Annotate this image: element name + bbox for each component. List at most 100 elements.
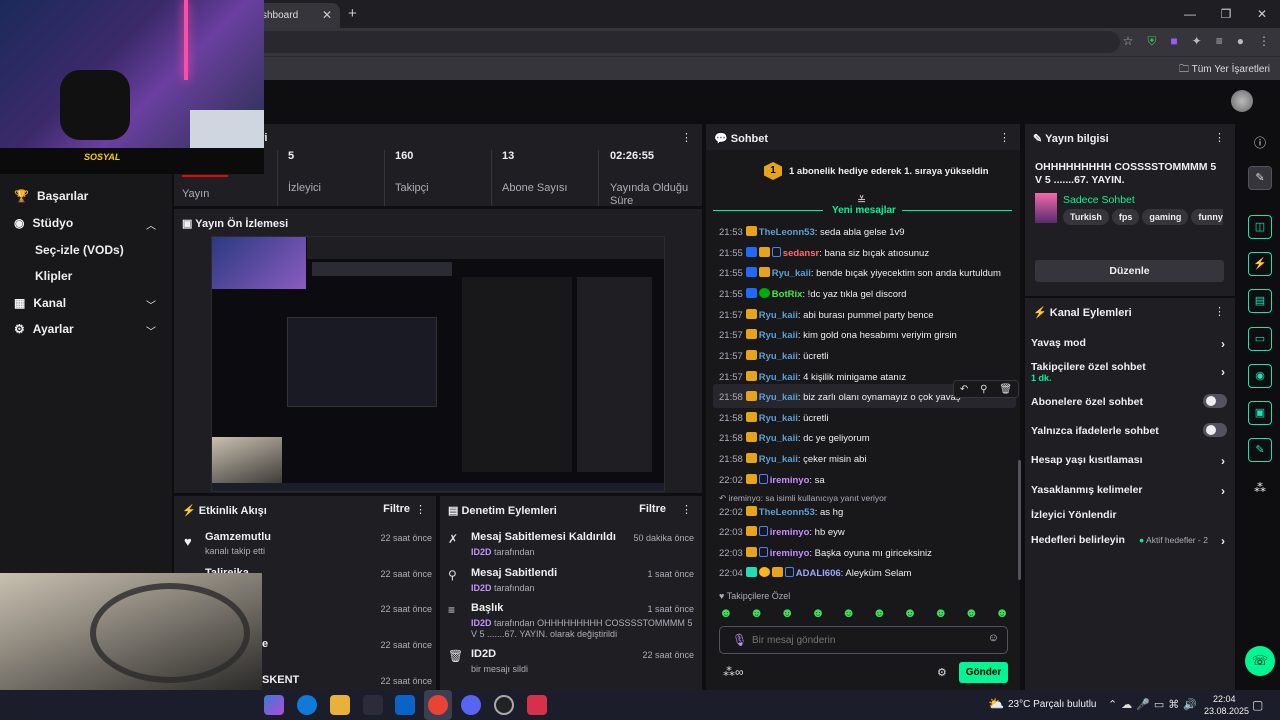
clip-icon[interactable]: ◫ [1248, 215, 1272, 239]
chat-scrollbar[interactable] [1018, 460, 1021, 580]
app-icon[interactable] [527, 695, 547, 715]
emote-icon[interactable]: ☻ [750, 605, 764, 621]
emote-icon[interactable]: ☻ [842, 605, 856, 621]
url-field[interactable] [200, 31, 1120, 53]
chevron-down-icon[interactable]: ﹀ [146, 323, 156, 338]
more-options-icon[interactable]: ⋮ [1214, 131, 1225, 144]
sidebar-item-achievements[interactable]: 🏆 Başarılar [14, 189, 88, 203]
trash-icon[interactable]: 🗑 [999, 384, 1012, 395]
sidebar-item-channel[interactable]: ▦ Kanal [14, 296, 66, 310]
raid-action[interactable]: İzleyici Yönlendir [1031, 509, 1227, 521]
restore-icon[interactable]: ❐ [1208, 0, 1244, 28]
chat-message[interactable]: 21:57 Ryu_kaii: kim gold ona hesabımı ver… [719, 329, 957, 341]
chat-message[interactable]: 21:58 Ryu_kaii: biz zarlı olanı oynamayız… [719, 391, 961, 403]
clock-date[interactable]: 23.08.2025 [1204, 706, 1249, 716]
close-tab-icon[interactable]: ✕ [322, 8, 332, 22]
slow-mode-action[interactable]: Yavaş mod › [1031, 337, 1227, 351]
chat-message[interactable]: 22:03 ireminyo: hb eyw [719, 526, 845, 538]
obs-icon[interactable] [494, 695, 514, 715]
tag[interactable]: fps [1111, 209, 1140, 225]
activity-filter-button[interactable]: Filtre [383, 503, 410, 515]
list-icon[interactable]: ▤ [1248, 289, 1272, 313]
chat-message[interactable]: 21:55 sedansr: bana siz bıçak atıosunuz [719, 247, 929, 259]
emote-icon[interactable]: ☻ [811, 605, 825, 621]
category-thumbnail[interactable] [1035, 193, 1057, 223]
category-link[interactable]: Sadece Sohbet [1063, 194, 1135, 206]
subscribers-only-action[interactable]: Abonelere özel sohbet [1031, 394, 1227, 408]
profile-icon[interactable]: ● [1237, 34, 1244, 49]
sidebar-item-clips[interactable]: Klipler [35, 269, 72, 283]
chat-input-box[interactable]: 🎙 ☺ [719, 626, 1008, 654]
shield-icon[interactable]: ⛨ [1147, 34, 1156, 49]
more-options-icon[interactable]: ⋮ [999, 131, 1010, 144]
chevron-down-icon[interactable]: ﹀ [146, 297, 156, 312]
monitor-icon[interactable]: ▣ [1248, 401, 1272, 425]
chat-input[interactable] [752, 631, 972, 649]
emote-only-toggle[interactable] [1203, 423, 1227, 437]
edit-button[interactable]: Düzenle [1035, 260, 1224, 282]
tag[interactable]: Turkish [1063, 209, 1109, 225]
wrench-icon[interactable]: ✎ [1248, 438, 1272, 462]
emote-icon[interactable]: ☻ [719, 605, 733, 621]
microphone-icon[interactable]: 🎙 [732, 633, 747, 647]
copilot-icon[interactable] [264, 695, 284, 715]
chevron-up-icon[interactable]: ︿ [146, 217, 156, 232]
edit-icon[interactable]: ✎ [1248, 166, 1272, 190]
sidebar-item-studio[interactable]: ◉ Stüdyo [14, 216, 73, 230]
emote-icon[interactable]: ☻ [934, 605, 948, 621]
emote-icon[interactable]: ☻ [965, 605, 979, 621]
pin-icon[interactable]: ⚲ [980, 384, 987, 395]
bits-icon[interactable]: ⁂∞ [723, 665, 744, 679]
menu-icon[interactable]: ⋮ [1258, 34, 1270, 49]
notification-icon[interactable]: ▢ [1252, 698, 1263, 712]
store-icon[interactable] [363, 695, 383, 715]
chat-message[interactable]: 21:57 Ryu_kaii: 4 kişilik minigame atanız [719, 371, 906, 383]
more-options-icon[interactable]: ⋮ [681, 131, 692, 144]
account-age-action[interactable]: Hesap yaşı kısıtlaması › [1031, 454, 1227, 468]
close-window-icon[interactable]: ✕ [1244, 0, 1280, 28]
mod-filter-button[interactable]: Filtre [639, 503, 666, 515]
media-icon[interactable]: ≡ [1216, 34, 1223, 49]
more-options-icon[interactable]: ⋮ [1214, 305, 1225, 318]
chat-message[interactable]: 21:57 Ryu_kaii: ücretli [719, 350, 828, 362]
chat-message[interactable]: 21:58 Ryu_kaii: ücretli [719, 412, 828, 424]
emoji-icon[interactable]: ☺ [988, 632, 999, 644]
emote-icon[interactable]: ☻ [780, 605, 794, 621]
goals-action[interactable]: Hedefleri belirleyin ● Aktif hedefler - 2… [1031, 534, 1227, 548]
new-tab-button[interactable]: + [348, 5, 357, 22]
more-options-icon[interactable]: ⋮ [415, 503, 426, 516]
chat-icon[interactable]: ▭ [1248, 327, 1272, 351]
stream-preview-video[interactable] [211, 236, 665, 492]
chat-message[interactable]: 21:58 Ryu_kaii: dc ye geliyorum [719, 432, 870, 444]
chrome-icon[interactable] [428, 695, 448, 715]
emote-icon[interactable]: ☻ [995, 605, 1009, 621]
tag[interactable]: gaming [1142, 209, 1189, 225]
chat-message[interactable]: 22:03 ireminyo: Başka oyuna mı giriceksin… [719, 547, 932, 559]
chat-message[interactable]: 21:58 Ryu_kaii: çeker misin abi [719, 453, 867, 465]
followers-only-action[interactable]: Takipçilere özel sohbet 1 dk. › [1031, 361, 1227, 383]
sidebar-item-settings[interactable]: ⚙ Ayarlar [14, 322, 74, 336]
subscribers-only-toggle[interactable] [1203, 394, 1227, 408]
tray-icons[interactable]: ⌃☁🎤▭⌘🔊 [1108, 698, 1201, 711]
minimize-icon[interactable]: — [1172, 0, 1208, 28]
outlook-icon[interactable] [395, 695, 415, 715]
chat-message[interactable]: 22:02 ireminyo: sa [719, 474, 825, 486]
user-avatar[interactable] [1231, 90, 1253, 112]
lightning-icon[interactable]: ⚡ [1248, 252, 1272, 276]
puzzle-icon[interactable]: ✦ [1192, 34, 1202, 49]
send-button[interactable]: Gönder [959, 662, 1008, 683]
weather-text[interactable]: 23°C Parçalı bulutlu [1008, 699, 1097, 710]
broadcast-icon[interactable]: ◉ [1248, 364, 1272, 388]
clock-time[interactable]: 22:04 [1213, 694, 1236, 704]
more-icon[interactable]: ⁂ [1254, 481, 1266, 495]
tag[interactable]: funny [1191, 209, 1223, 225]
edge-icon[interactable] [297, 695, 317, 715]
extension-icon[interactable]: ■ [1170, 34, 1177, 49]
chat-message[interactable]: 21:55 BotRix: !dc yaz tıkla gel discord [719, 288, 906, 300]
all-bookmarks[interactable]: 🗀 Tüm Yer İşaretleri [1179, 62, 1270, 79]
emote-only-action[interactable]: Yalnızca ifadelerle sohbet [1031, 423, 1227, 437]
discord-icon[interactable] [461, 695, 481, 715]
chat-message[interactable]: 21:55 Ryu_kaii: bende bıçak yiyecektim so… [719, 267, 1001, 279]
chat-message[interactable]: 21:53 TheLeonn53: seda abla gelse 1v9 [719, 226, 905, 238]
banned-words-action[interactable]: Yasaklanmış kelimeler › [1031, 484, 1227, 498]
